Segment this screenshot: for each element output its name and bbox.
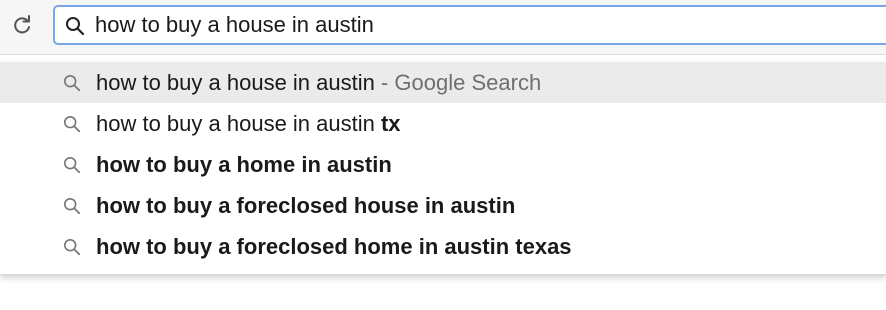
reload-button[interactable] [8,12,36,40]
search-icon [63,156,81,174]
suggestion-separator: - [374,69,395,95]
suggestion-dropdown: how to buy a house in austin - Google Se… [0,62,886,275]
suggestion-source: Google Search [394,69,542,95]
suggestion-label: how to buy a house in austin tx [96,111,401,137]
search-icon [63,115,81,133]
address-input[interactable] [95,7,875,43]
search-icon [66,17,85,36]
search-icon [63,197,81,215]
suggestion-item[interactable]: how to buy a house in austin tx [0,103,886,144]
suggestion-label: how to buy a foreclosed home in austin t… [96,233,572,259]
suggestion-item[interactable]: how to buy a foreclosed house in austin [0,185,886,226]
suggestion-label: how to buy a home in austin [96,151,392,177]
reload-icon [14,15,30,34]
suggestion-item[interactable]: how to buy a house in austin - Google Se… [0,62,886,103]
search-icon [63,74,81,92]
suggestion-item[interactable]: how to buy a home in austin [0,144,886,185]
search-icon [63,238,81,256]
browser-toolbar [0,0,886,55]
address-bar[interactable] [53,5,886,45]
suggestion-label: how to buy a house in austin - Google Se… [96,70,541,96]
suggestion-query: how to buy a house in austin [96,69,375,95]
suggestion-item[interactable]: how to buy a foreclosed home in austin t… [0,226,886,267]
suggestion-typed-part: how to buy a house in austin [96,110,381,136]
suggestion-label: how to buy a foreclosed house in austin [96,192,516,218]
suggestion-completion: tx [380,110,401,136]
